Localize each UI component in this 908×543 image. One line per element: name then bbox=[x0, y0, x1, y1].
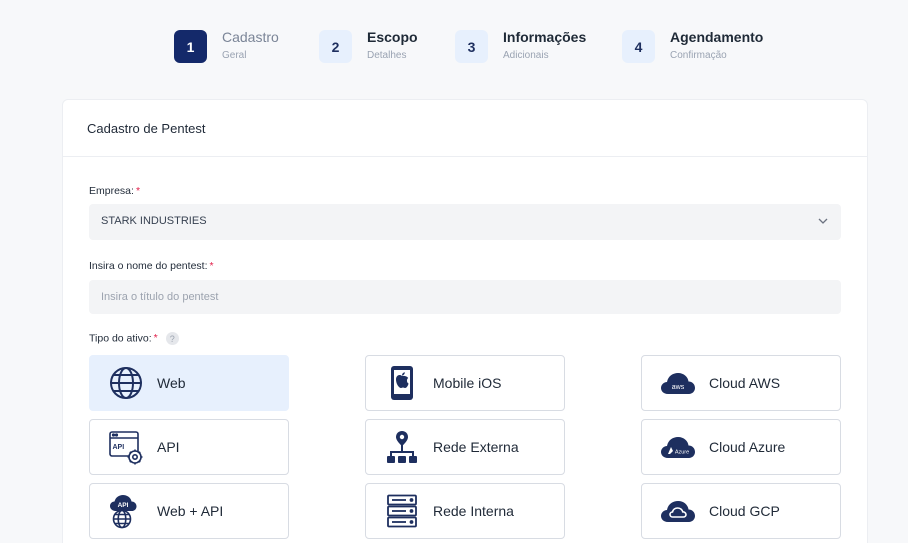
step-number: 2 bbox=[319, 30, 352, 63]
step-number: 1 bbox=[174, 30, 207, 63]
asset-label: Cloud GCP bbox=[709, 503, 780, 519]
pentest-name-label: Insira o nome do pentest: * bbox=[89, 260, 214, 272]
svg-text:API: API bbox=[113, 444, 125, 451]
step-number: 3 bbox=[455, 30, 488, 63]
step-2-escopo[interactable]: 2 Escopo Detalhes bbox=[319, 26, 418, 63]
required-marker: * bbox=[135, 185, 141, 197]
step-4-agendamento[interactable]: 4 Agendamento Confirmação bbox=[622, 26, 763, 63]
asset-type-label: Tipo do ativo: *? bbox=[89, 332, 179, 345]
web-api-icon: API bbox=[108, 493, 144, 529]
step-subtitle: Detalhes bbox=[367, 50, 407, 61]
asset-label: Rede Interna bbox=[433, 503, 514, 519]
globe-icon bbox=[108, 365, 144, 401]
svg-text:aws: aws bbox=[672, 384, 685, 391]
company-select[interactable]: STARK INDUSTRIES bbox=[89, 204, 841, 240]
required-marker: * bbox=[209, 260, 214, 272]
azure-cloud-icon: Azure bbox=[660, 429, 696, 465]
asset-option-rede-interna[interactable]: Rede Interna bbox=[365, 483, 565, 539]
help-icon[interactable]: ? bbox=[165, 332, 179, 345]
step-1-cadastro[interactable]: 1 Cadastro Geral bbox=[174, 26, 279, 63]
company-label: Empresa: * bbox=[89, 185, 141, 197]
asset-label: Web bbox=[157, 375, 186, 391]
pentest-name-input[interactable] bbox=[89, 280, 841, 314]
api-gear-icon: API bbox=[108, 429, 144, 465]
network-tree-icon bbox=[384, 429, 420, 465]
step-title: Agendamento bbox=[670, 29, 764, 45]
pentest-form-card: Cadastro de Pentest Empresa: * STARK INDU… bbox=[62, 99, 868, 543]
chevron-down-icon bbox=[818, 218, 828, 224]
aws-cloud-icon: aws bbox=[660, 365, 696, 401]
asset-option-cloud-azure[interactable]: Azure Cloud Azure bbox=[641, 419, 841, 475]
asset-option-api[interactable]: API API bbox=[89, 419, 289, 475]
asset-label: Web + API bbox=[157, 503, 224, 519]
svg-text:API: API bbox=[118, 502, 129, 509]
asset-label: Cloud Azure bbox=[709, 439, 786, 455]
step-title: Escopo bbox=[367, 29, 418, 45]
step-subtitle: Confirmação bbox=[670, 50, 727, 61]
step-title: Cadastro bbox=[222, 29, 279, 45]
step-3-informacoes[interactable]: 3 Informações Adicionais bbox=[455, 26, 586, 63]
stepper: 1 Cadastro Geral 2 Escopo Detalhes 3 Inf… bbox=[0, 26, 908, 66]
step-title: Informações bbox=[503, 29, 587, 45]
apple-phone-icon bbox=[384, 365, 420, 401]
server-rack-icon bbox=[384, 493, 420, 529]
asset-option-web-api[interactable]: API Web + API bbox=[89, 483, 289, 539]
asset-label: API bbox=[157, 439, 180, 455]
required-marker: * bbox=[153, 332, 158, 345]
card-title: Cadastro de Pentest bbox=[63, 100, 867, 157]
asset-label: Cloud AWS bbox=[709, 375, 781, 391]
step-number: 4 bbox=[622, 30, 655, 63]
step-subtitle: Adicionais bbox=[503, 50, 549, 61]
gcp-cloud-icon bbox=[660, 493, 696, 529]
asset-label: Mobile iOS bbox=[433, 375, 502, 391]
asset-option-mobile-ios[interactable]: Mobile iOS bbox=[365, 355, 565, 411]
step-subtitle: Geral bbox=[222, 50, 247, 61]
svg-text:Azure: Azure bbox=[675, 450, 689, 456]
asset-option-web[interactable]: Web bbox=[89, 355, 289, 411]
asset-label: Rede Externa bbox=[433, 439, 519, 455]
asset-option-cloud-aws[interactable]: aws Cloud AWS bbox=[641, 355, 841, 411]
company-value: STARK INDUSTRIES bbox=[101, 215, 207, 227]
asset-option-cloud-gcp[interactable]: Cloud GCP bbox=[641, 483, 841, 539]
asset-option-rede-externa[interactable]: Rede Externa bbox=[365, 419, 565, 475]
